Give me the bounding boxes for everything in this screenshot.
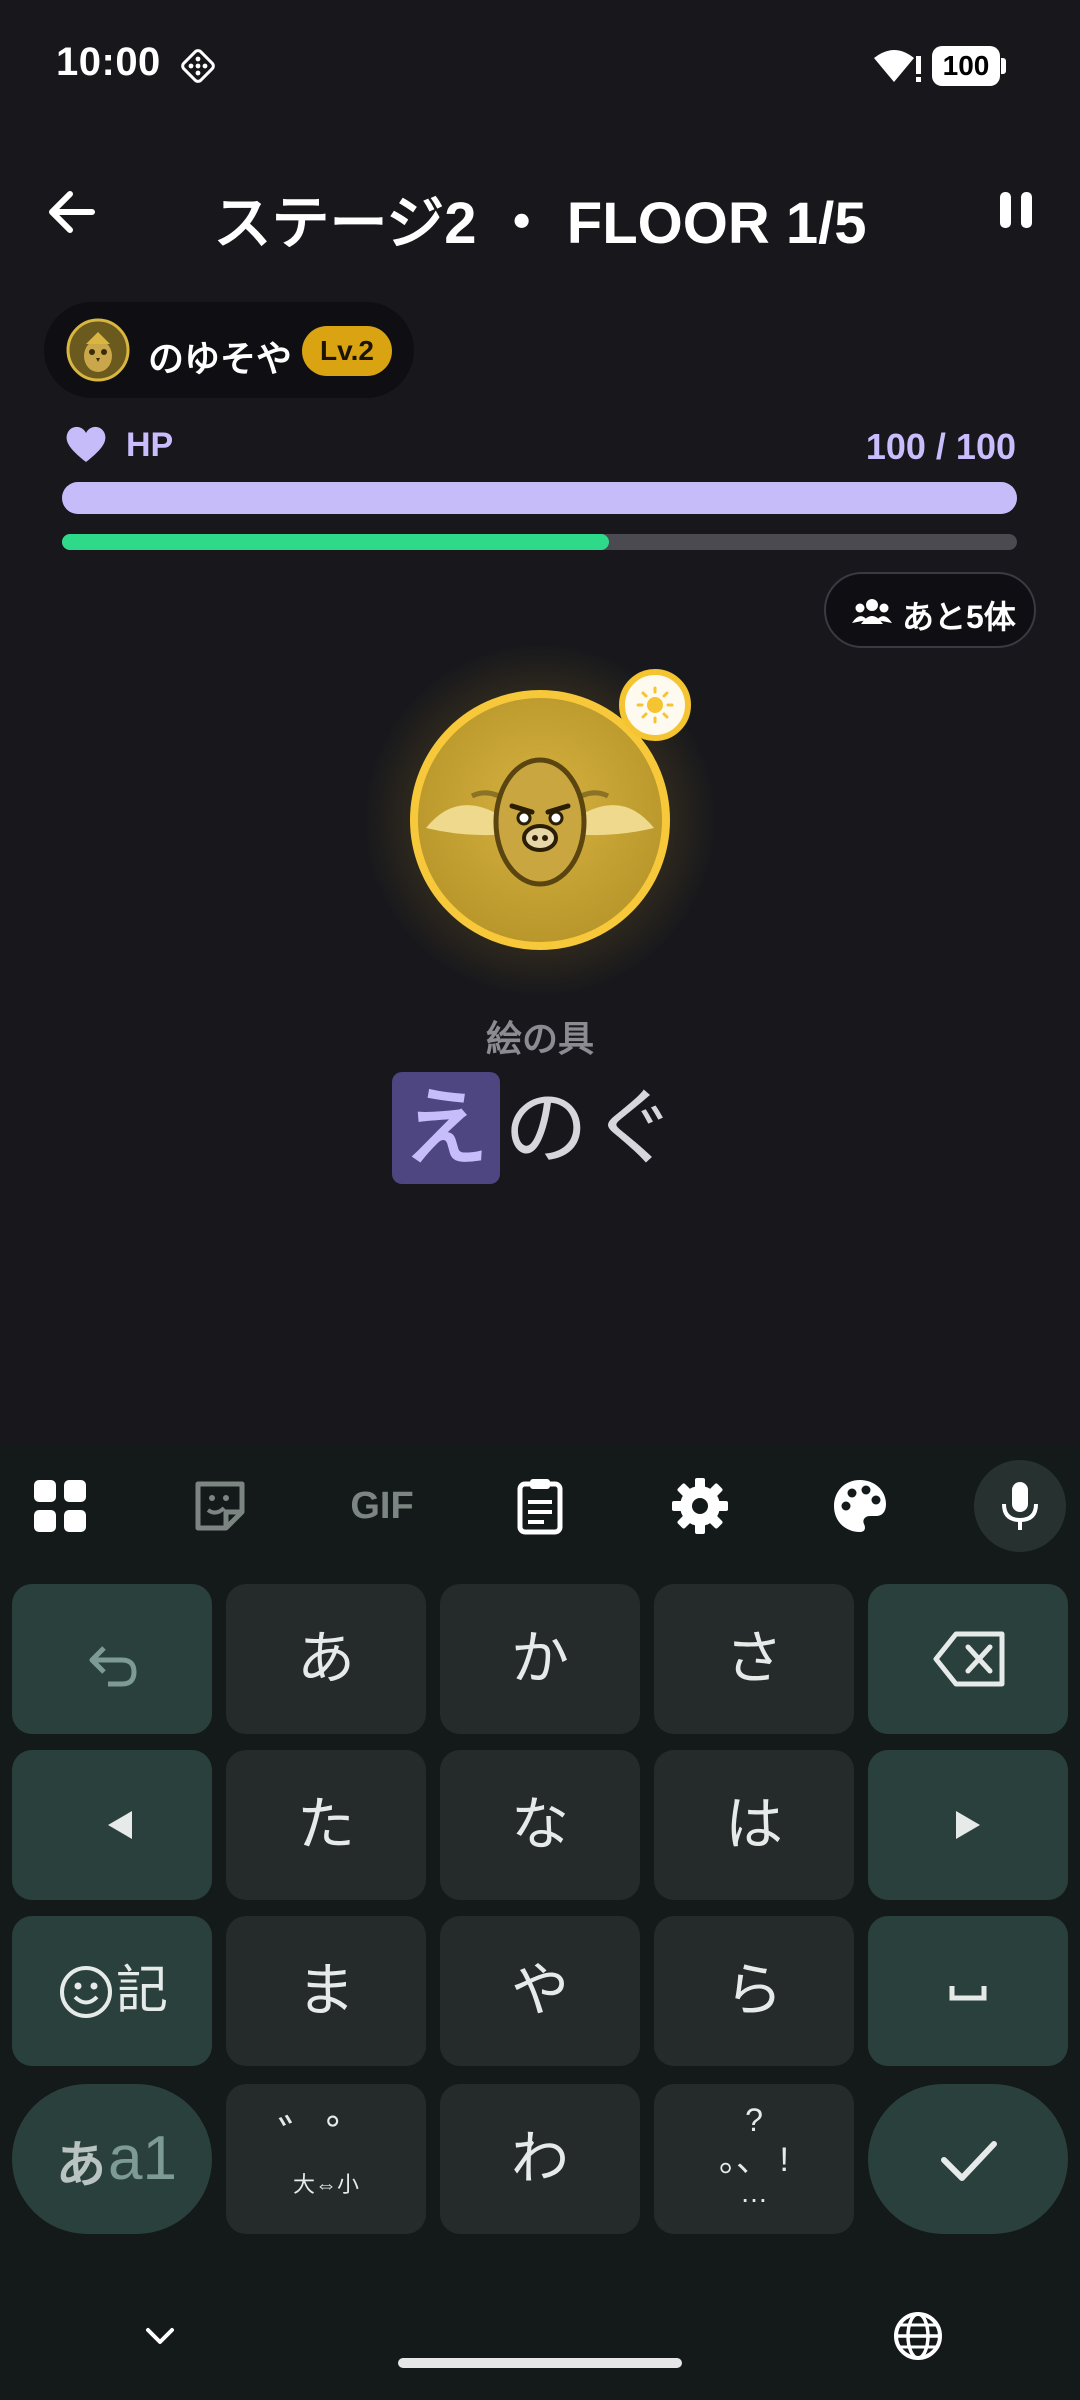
heart-icon — [66, 426, 106, 462]
remaining-enemies-text: あと5体 — [902, 599, 1016, 635]
key-ka[interactable]: か — [440, 1584, 640, 1734]
key-ta[interactable]: た — [226, 1750, 426, 1900]
apps-grid-icon[interactable] — [30, 1476, 90, 1536]
smiley-icon — [60, 1966, 112, 2018]
space-icon — [949, 1986, 987, 2001]
mode-key-kana: あ — [56, 2137, 106, 2193]
emoji-symbol-key[interactable]: 記 — [12, 1916, 212, 2066]
settings-icon[interactable] — [670, 1476, 730, 1536]
page-title: ステージ2 ・ FLOOR 1/5 — [213, 191, 867, 256]
cursor-right-key[interactable] — [868, 1750, 1068, 1900]
keyboard-toolbar: GIF — [0, 1446, 1080, 1566]
wifi-alert-icon — [874, 50, 921, 82]
player-chip: のゆそや Lv.2 — [44, 302, 414, 398]
floor-progress-fill — [62, 534, 610, 550]
space-key[interactable] — [868, 1916, 1068, 2066]
dakuten-key[interactable]: ゛゜ 大⇔小 — [226, 2084, 426, 2234]
size-toggle-label: 大⇔小 — [292, 2172, 359, 2197]
emoji-key-label: 記 — [116, 1962, 169, 2020]
battery-level: 100 — [932, 46, 1000, 86]
undo-key[interactable] — [12, 1584, 212, 1734]
arrow-left-icon[interactable] — [40, 180, 104, 244]
dakuten-label: ゛゜ — [277, 2113, 374, 2166]
typed-character: え — [392, 1072, 500, 1184]
clipboard-icon[interactable] — [510, 1476, 570, 1536]
floor-progress-bar — [62, 534, 1017, 550]
chevron-down-icon[interactable] — [138, 2316, 182, 2356]
keyboard: GIF あ か さ た な は 記 ま や ら あ a1 ゛゜ 大⇔小 わ ? … — [0, 1446, 1080, 2400]
group-icon — [852, 599, 892, 624]
punctuation-key[interactable]: ? 。、 ! … — [654, 2084, 854, 2234]
triangle-left-icon — [108, 1811, 132, 1839]
input-mode-key[interactable]: あ a1 — [12, 2084, 212, 2234]
status-time: 10:00 — [56, 40, 161, 84]
player-name: のゆそや — [148, 338, 293, 379]
key-wa[interactable]: わ — [440, 2084, 640, 2234]
microphone-icon — [1002, 1482, 1038, 1530]
checkmark-icon — [941, 2141, 997, 2181]
hp-bar — [62, 482, 1017, 514]
notification-dice-icon — [181, 49, 215, 83]
home-indicator[interactable] — [398, 2358, 682, 2368]
pause-icon[interactable] — [992, 186, 1040, 234]
key-ma[interactable]: ま — [226, 1916, 426, 2066]
sun-icon — [619, 669, 691, 741]
cursor-left-key[interactable] — [12, 1750, 212, 1900]
battery-icon: 100 — [932, 46, 1006, 86]
key-na[interactable]: な — [440, 1750, 640, 1900]
hp-label: HP — [126, 426, 174, 464]
key-ya[interactable]: や — [440, 1916, 640, 2066]
backspace-key[interactable] — [868, 1584, 1068, 1734]
hp-bar-fill — [62, 482, 1017, 514]
punct-mid-label: 。、 ! — [719, 2141, 789, 2179]
punct-top-label: ? — [745, 2102, 763, 2138]
key-ra[interactable]: ら — [654, 1916, 854, 2066]
enter-key[interactable] — [868, 2084, 1068, 2234]
owl-avatar-icon — [66, 318, 130, 382]
remaining-enemies-chip: あと5体 — [824, 572, 1036, 648]
remaining-characters: のぐ — [504, 1081, 681, 1175]
gif-icon[interactable]: GIF — [340, 1476, 424, 1536]
player-level-badge: Lv.2 — [302, 326, 392, 376]
word-meaning: 絵の具 — [485, 1018, 594, 1059]
key-a[interactable]: あ — [226, 1584, 426, 1734]
mode-key-latin: a1 — [108, 2124, 177, 2193]
palette-icon[interactable] — [830, 1476, 890, 1536]
sticker-icon[interactable] — [190, 1476, 250, 1536]
key-sa[interactable]: さ — [654, 1584, 854, 1734]
triangle-right-icon — [956, 1811, 980, 1839]
key-ha[interactable]: は — [654, 1750, 854, 1900]
punct-bottom-label: … — [740, 2177, 768, 2208]
undo-icon — [89, 1646, 137, 1687]
globe-icon[interactable] — [892, 2310, 944, 2362]
hp-value: 100 / 100 — [865, 426, 1016, 467]
backspace-icon — [933, 1631, 1005, 1687]
microphone-button[interactable] — [974, 1460, 1066, 1552]
